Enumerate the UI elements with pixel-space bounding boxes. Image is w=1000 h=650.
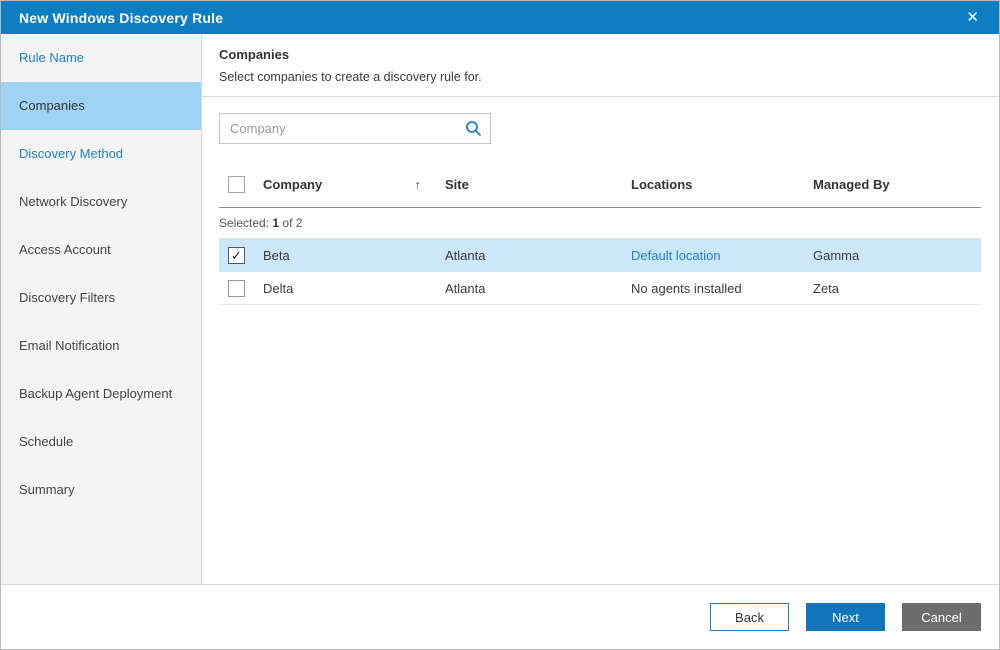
next-button[interactable]: Next	[806, 603, 885, 631]
search-icon[interactable]	[456, 114, 490, 143]
search-input[interactable]	[220, 114, 456, 143]
sidebar-item-rule-name[interactable]: Rule Name	[1, 34, 201, 82]
cell-company: Delta	[263, 280, 294, 296]
cell-managed-by: Zeta	[813, 280, 840, 296]
new-windows-discovery-rule-dialog: New Windows Discovery Rule ✕ Rule Name C…	[0, 0, 1000, 650]
cell-company: Beta	[263, 247, 290, 263]
cancel-button[interactable]: Cancel	[902, 603, 981, 631]
wizard-footer: Back Next Cancel	[1, 584, 999, 649]
row-checkbox[interactable]: ✓	[228, 279, 245, 297]
companies-step-panel: Companies Select companies to create a d…	[202, 34, 999, 584]
page-title: Companies	[219, 47, 290, 62]
dialog-title: New Windows Discovery Rule	[19, 9, 224, 26]
table-header-row: ✓ Company ↑ Site Locations Managed By	[219, 162, 981, 208]
back-button[interactable]: Back	[710, 603, 789, 631]
close-icon[interactable]: ✕	[960, 6, 985, 29]
step-header: Companies Select companies to create a d…	[202, 34, 999, 97]
sidebar-item-companies[interactable]: Companies	[1, 82, 201, 130]
selected-summary: Selected: 1 of 2	[219, 208, 981, 239]
page-subtitle: Select companies to create a discovery r…	[219, 70, 482, 84]
sidebar-item-network-discovery[interactable]: Network Discovery	[1, 178, 201, 226]
table-row[interactable]: ✓ Beta Atlanta Default location Gamma	[219, 239, 981, 272]
sidebar-item-discovery-filters[interactable]: Discovery Filters	[1, 274, 201, 322]
cell-locations-link[interactable]: Default location	[631, 248, 721, 263]
sort-ascending-icon: ↑	[414, 177, 422, 192]
column-header-locations[interactable]: Locations	[631, 177, 813, 192]
row-checkbox[interactable]: ✓	[228, 246, 245, 264]
sidebar-item-discovery-method[interactable]: Discovery Method	[1, 130, 201, 178]
sidebar-item-backup-agent-deployment[interactable]: Backup Agent Deployment	[1, 370, 201, 418]
sidebar-item-schedule[interactable]: Schedule	[1, 418, 201, 466]
wizard-steps-sidebar: Rule Name Companies Discovery Method Net…	[1, 34, 202, 584]
sidebar-item-summary[interactable]: Summary	[1, 466, 201, 514]
company-search-box	[219, 113, 491, 144]
sidebar-item-email-notification[interactable]: Email Notification	[1, 322, 201, 370]
cell-managed-by: Gamma	[813, 247, 860, 263]
table-row[interactable]: ✓ Delta Atlanta No agents installed Zeta	[219, 272, 981, 305]
column-header-site[interactable]: Site	[445, 177, 631, 192]
select-all-checkbox[interactable]: ✓	[228, 176, 245, 193]
sidebar-item-access-account[interactable]: Access Account	[1, 226, 201, 274]
cell-locations: No agents installed	[631, 280, 742, 296]
check-icon: ✓	[231, 247, 242, 263]
column-header-managed-by[interactable]: Managed By	[813, 177, 981, 192]
selected-count: 1	[272, 216, 280, 230]
column-header-company[interactable]: Company ↑	[263, 177, 445, 192]
cell-site: Atlanta	[445, 280, 486, 296]
titlebar: New Windows Discovery Rule ✕	[1, 1, 999, 34]
cell-site: Atlanta	[445, 247, 486, 263]
